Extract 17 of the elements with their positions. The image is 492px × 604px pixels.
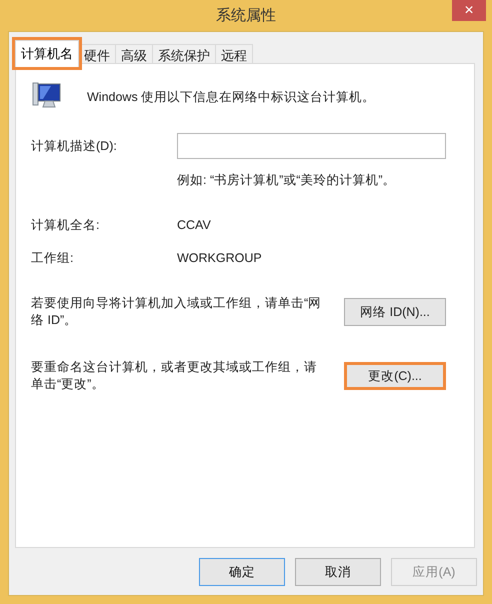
field-label: 计算机全名: (31, 216, 100, 234)
window-title: 系统属性 (216, 6, 276, 26)
action-button[interactable]: 网络 ID(N)... (344, 298, 446, 326)
input-field[interactable] (176, 133, 446, 159)
dialog-button[interactable]: 取消 (295, 558, 381, 586)
field-value: WORKGROUP (177, 250, 262, 266)
field-value: CCAV (177, 216, 211, 234)
field-label: 计算机描述(D): (31, 138, 118, 155)
close-button[interactable]: × (452, 0, 486, 21)
intro-text: Windows 使用以下信息在网络中标识这台计算机。 (87, 88, 376, 106)
tab[interactable]: 计算机名 (15, 40, 79, 67)
action-button[interactable]: 更改(C)... (344, 362, 446, 390)
instruction-text: 要重命名这台计算机，或者更改其域或工作组，请单击“更改”。 (31, 359, 318, 394)
field-label: 工作组: (31, 250, 74, 266)
dialog-button[interactable]: 确定 (199, 558, 285, 586)
hint-text: 例如: “书房计算机”或“美玲的计算机”。 (177, 172, 397, 189)
instruction-text: 若要使用向导将计算机加入域或工作组，请单击“网络 ID”。 (31, 295, 322, 330)
